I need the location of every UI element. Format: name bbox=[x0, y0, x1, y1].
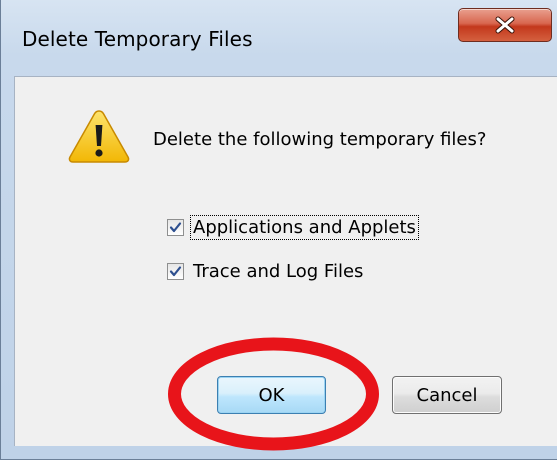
prompt-text: Delete the following temporary files? bbox=[153, 129, 487, 150]
dialog-window: Delete Temporary Files Delete the follow… bbox=[0, 0, 557, 460]
trace-log-checkbox[interactable] bbox=[167, 262, 184, 280]
title-bar[interactable]: Delete Temporary Files bbox=[1, 0, 557, 78]
option-applications-and-applets[interactable]: Applications and Applets bbox=[167, 213, 419, 241]
dialog-title: Delete Temporary Files bbox=[22, 27, 253, 51]
warning-icon bbox=[68, 110, 130, 163]
cancel-button[interactable]: Cancel bbox=[392, 376, 502, 414]
trace-log-checkbox-label[interactable]: Trace and Log Files bbox=[191, 260, 365, 283]
close-icon bbox=[495, 16, 515, 34]
ok-button[interactable]: OK bbox=[217, 376, 326, 414]
close-button[interactable] bbox=[458, 8, 552, 42]
check-icon bbox=[169, 265, 182, 276]
dialog-body: Delete the following temporary files? Ap… bbox=[14, 76, 557, 446]
applications-checkbox[interactable] bbox=[167, 218, 184, 236]
applications-checkbox-label[interactable]: Applications and Applets bbox=[190, 214, 419, 240]
check-icon bbox=[169, 221, 182, 232]
option-trace-and-log-files[interactable]: Trace and Log Files bbox=[167, 257, 365, 285]
